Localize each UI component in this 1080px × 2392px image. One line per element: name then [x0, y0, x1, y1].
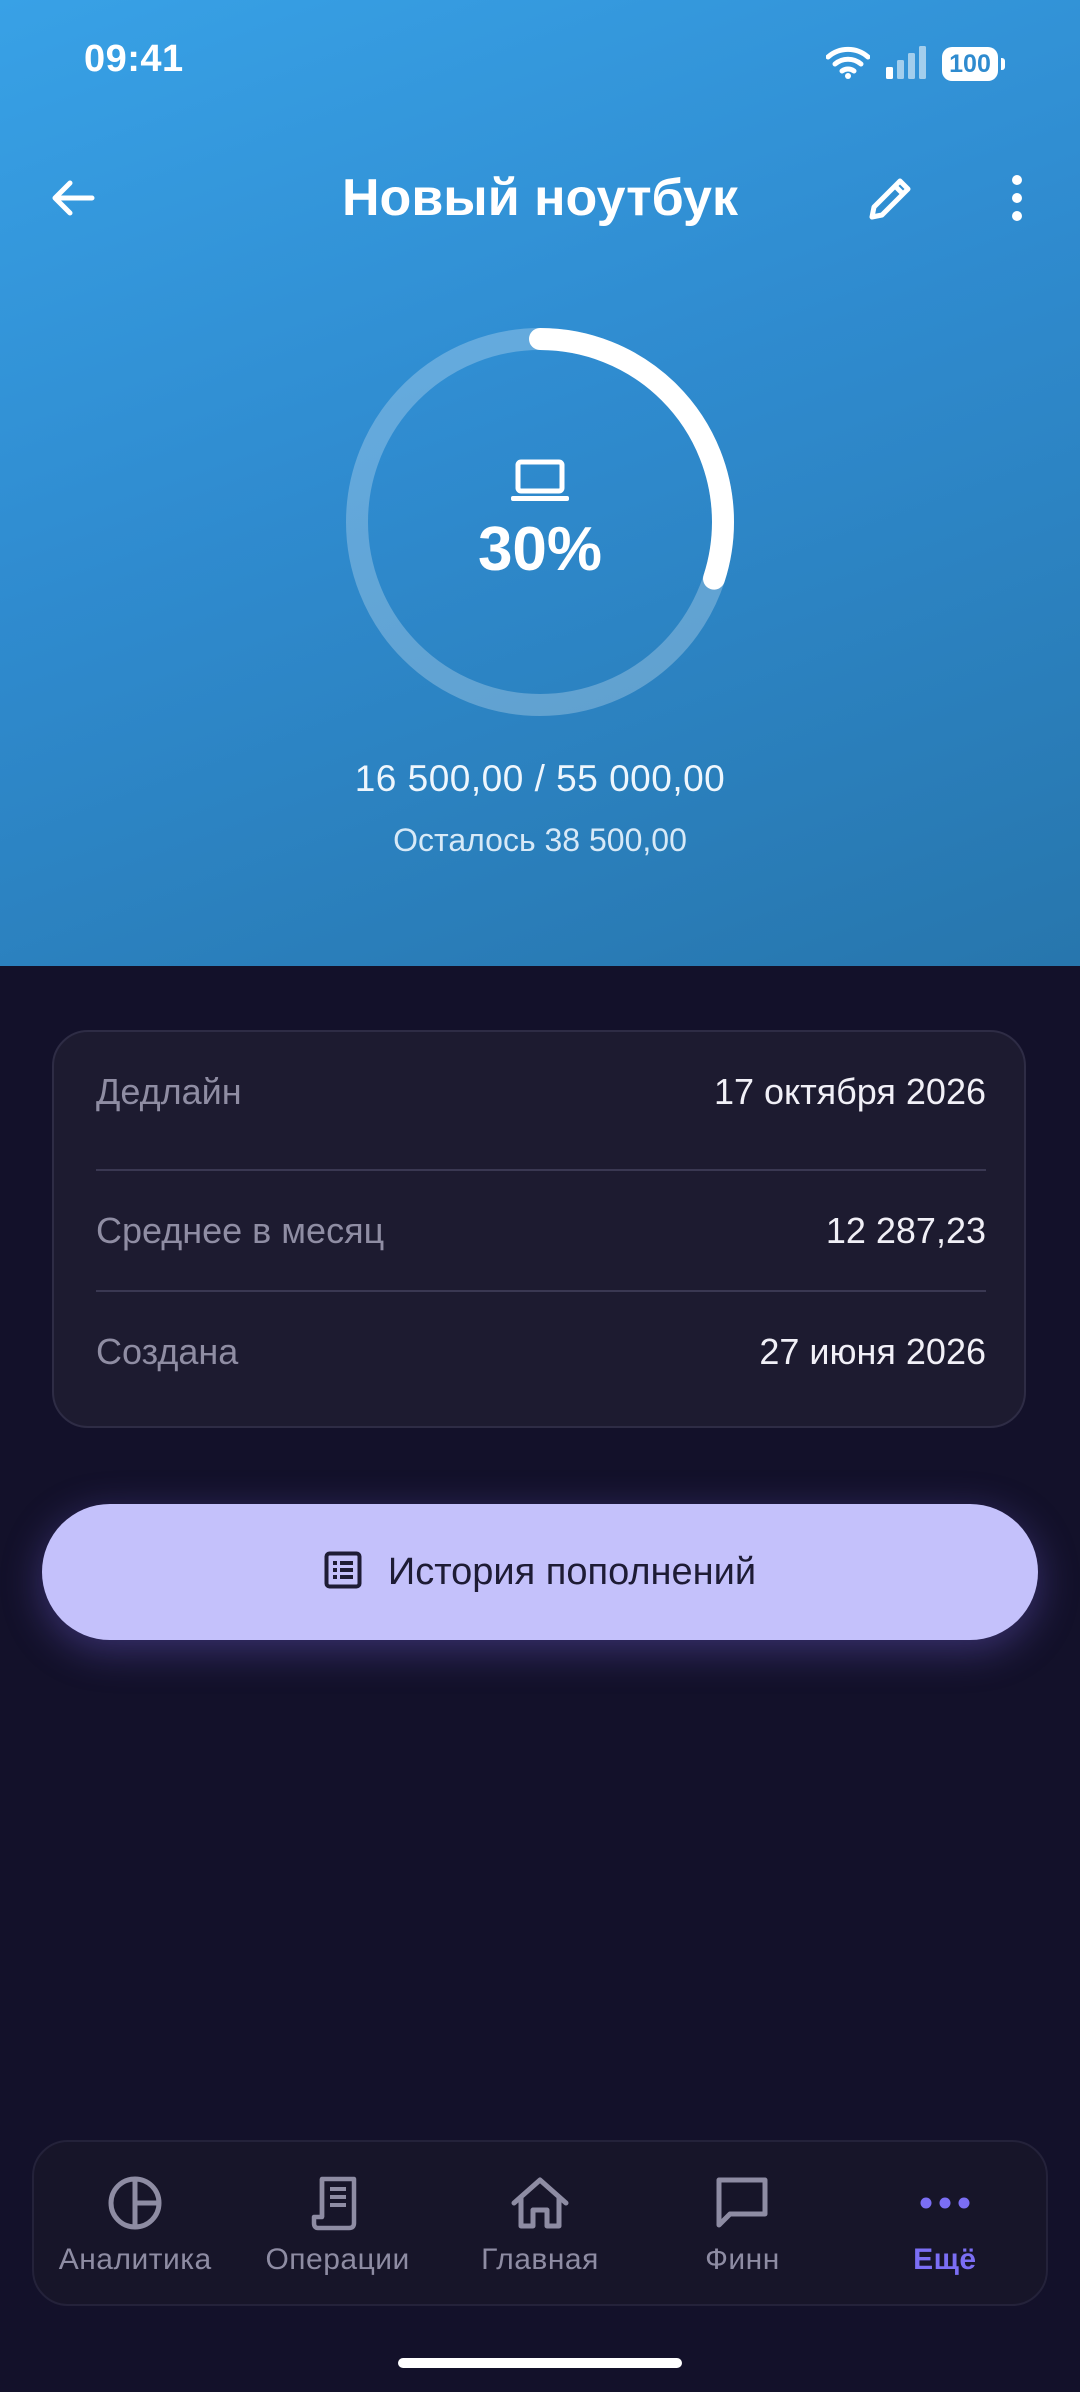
nav-item-finn[interactable]: Финн [641, 2142, 843, 2308]
detail-row-created: Создана 27 июня 2026 [96, 1292, 986, 1412]
wifi-icon [825, 45, 871, 84]
signal-icon [884, 45, 928, 84]
nav-item-operations[interactable]: Операции [236, 2142, 438, 2308]
more-menu-button[interactable] [972, 155, 1062, 245]
status-icons: 100 [825, 44, 1005, 84]
laptop-icon [510, 459, 570, 508]
nav-label: Аналитика [58, 2243, 212, 2276]
goal-header-section: 09:41 100 Новый ноутбук 30% 16 500,00 / … [0, 0, 1080, 966]
nav-item-more[interactable]: Ещё [844, 2142, 1046, 2308]
remaining-amount: Осталось 38 500,00 [393, 822, 687, 858]
battery-icon: 100 [942, 47, 1005, 81]
status-bar: 09:41 100 [0, 0, 1080, 120]
topup-history-label: История пополнений [387, 1550, 757, 1593]
list-icon [324, 1551, 362, 1594]
more-dots-icon [915, 2173, 975, 2233]
status-time: 09:41 [84, 38, 184, 80]
nav-label: Операции [265, 2243, 410, 2276]
edit-button[interactable] [846, 155, 936, 245]
nav-label: Ещё [913, 2243, 977, 2276]
detail-label: Среднее в месяц [96, 1210, 385, 1251]
back-button[interactable] [28, 155, 118, 245]
goal-details-card: Дедлайн 17 октября 2026 Среднее в месяц … [52, 1030, 1026, 1428]
nav-item-home[interactable]: Главная [439, 2142, 641, 2308]
topup-history-button[interactable]: История пополнений [42, 1504, 1038, 1640]
home-icon [510, 2173, 570, 2233]
arrow-left-icon [48, 173, 98, 228]
bottom-navigation: Аналитика Операции Главная Финн Ещё [32, 2140, 1048, 2306]
detail-label: Дедлайн [96, 1071, 242, 1112]
goal-details-screen: 09:41 100 Новый ноутбук 30% 16 500,00 / … [0, 0, 1080, 2392]
nav-label: Главная [481, 2243, 599, 2276]
page-title: Новый ноутбук [342, 169, 738, 227]
nav-label: Финн [705, 2243, 780, 2276]
progress-percent: 30% [477, 515, 603, 584]
detail-label: Создана [96, 1331, 239, 1372]
home-indicator[interactable] [398, 2358, 682, 2368]
more-vertical-icon [1009, 173, 1025, 228]
pencil-icon [864, 171, 918, 230]
progress-ring: 30% [340, 322, 740, 722]
nav-item-analytics[interactable]: Аналитика [34, 2142, 236, 2308]
progress-ring-center: 30% [340, 322, 740, 722]
pie-chart-icon [105, 2173, 165, 2233]
chat-icon [712, 2173, 772, 2233]
detail-row-deadline: Дедлайн 17 октября 2026 [96, 1032, 986, 1152]
receipt-icon [308, 2173, 368, 2233]
detail-value: 17 октября 2026 [713, 1071, 986, 1112]
saved-amount: 16 500,00 / 55 000,00 [354, 758, 726, 799]
detail-value: 27 июня 2026 [759, 1331, 986, 1372]
detail-value: 12 287,23 [825, 1210, 986, 1251]
app-bar: Новый ноутбук [0, 140, 1080, 260]
detail-row-monthly-average: Среднее в месяц 12 287,23 [96, 1171, 986, 1291]
